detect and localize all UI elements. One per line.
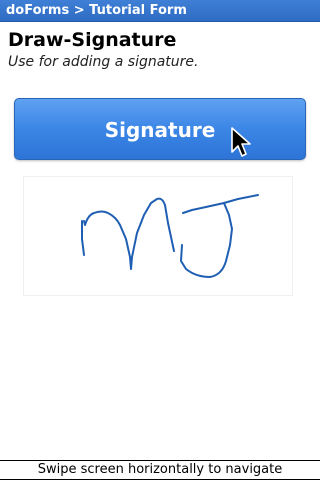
signature-button-label: Signature [104,118,216,142]
navigation-hint: Swipe screen horizontally to navigate [37,462,283,477]
field-hint: Use for adding a signature. [8,54,199,70]
form-screen: doForms > Tutorial Form Draw-Signature U… [0,0,320,480]
signature-pad[interactable] [24,177,292,295]
app-title-bar: doForms > Tutorial Form [0,0,320,22]
signature-drawing [81,194,259,278]
field-label: Draw-Signature [8,29,177,51]
signature-button[interactable]: Signature [14,98,306,160]
navigation-hint-bar: Swipe screen horizontally to navigate [0,460,320,480]
app-title: doForms > Tutorial Form [6,3,187,18]
